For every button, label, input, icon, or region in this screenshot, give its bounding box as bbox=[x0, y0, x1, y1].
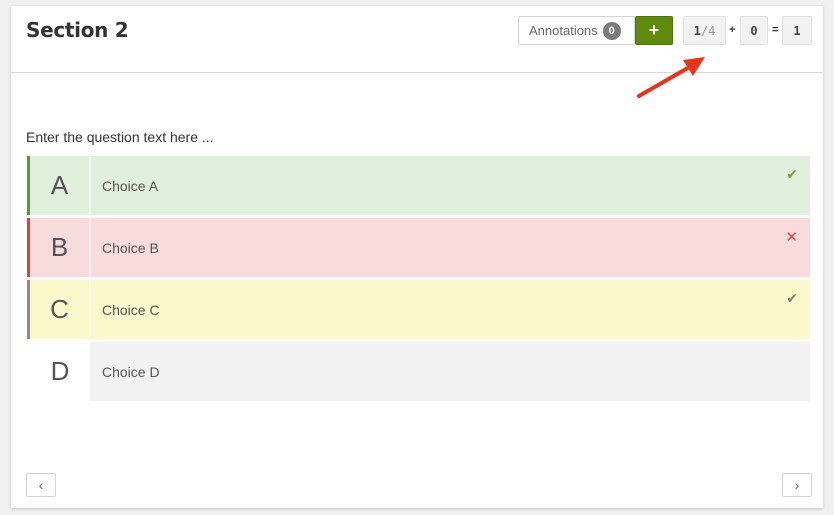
choice-list: A Choice A ✔ B Choice B ✕ C Choice C ✔ D… bbox=[27, 156, 810, 404]
choice-label: Choice C bbox=[102, 301, 160, 318]
choice-c[interactable]: C Choice C ✔ bbox=[27, 280, 810, 339]
chevron-left-icon: ‹ bbox=[38, 477, 44, 493]
score-total-possible: 4 bbox=[708, 23, 716, 38]
score-equals-sign: = bbox=[772, 24, 779, 36]
choice-letter: B bbox=[27, 218, 91, 277]
choice-a[interactable]: A Choice A ✔ bbox=[27, 156, 810, 215]
score-bonus: 0 bbox=[750, 23, 758, 38]
cross-icon: ✕ bbox=[785, 229, 798, 246]
choice-label: Choice D bbox=[102, 363, 160, 380]
score-result-box: 1 bbox=[782, 16, 812, 45]
checkmark-icon: ✔ bbox=[786, 290, 798, 306]
chevron-right-icon: › bbox=[794, 477, 800, 493]
choice-letter: C bbox=[27, 280, 91, 339]
section-title: Section 2 bbox=[26, 18, 129, 42]
score-separator: / bbox=[700, 23, 709, 38]
score-plus-sign: + bbox=[729, 24, 736, 36]
checkmark-icon: ✔ bbox=[786, 166, 798, 182]
choice-label: Choice A bbox=[102, 177, 159, 194]
choice-letter: A bbox=[27, 156, 91, 215]
question-text: Enter the question text here ... bbox=[26, 129, 214, 145]
previous-button[interactable]: ‹ bbox=[26, 473, 56, 497]
choice-label: Choice B bbox=[102, 239, 159, 256]
plus-icon: + bbox=[648, 20, 660, 40]
score-points-box: 1/4 bbox=[683, 16, 726, 45]
red-arrow-annotation bbox=[637, 57, 705, 98]
score-points: 1 bbox=[693, 23, 701, 38]
choice-letter: D bbox=[27, 342, 91, 401]
annotations-button[interactable]: Annotations 0 bbox=[518, 16, 635, 45]
choice-b[interactable]: B Choice B ✕ bbox=[27, 218, 810, 277]
score-bonus-box: 0 bbox=[740, 16, 768, 45]
score-result: 1 bbox=[793, 23, 801, 38]
next-button[interactable]: › bbox=[782, 473, 812, 497]
annotations-label: Annotations bbox=[529, 23, 598, 38]
annotations-count-badge: 0 bbox=[602, 21, 621, 40]
add-annotation-button[interactable]: + bbox=[635, 16, 673, 45]
question-card: Section 2 Annotations 0 + 1/4 + 0 = 1 En… bbox=[11, 6, 823, 508]
choice-d[interactable]: D Choice D bbox=[27, 342, 810, 401]
